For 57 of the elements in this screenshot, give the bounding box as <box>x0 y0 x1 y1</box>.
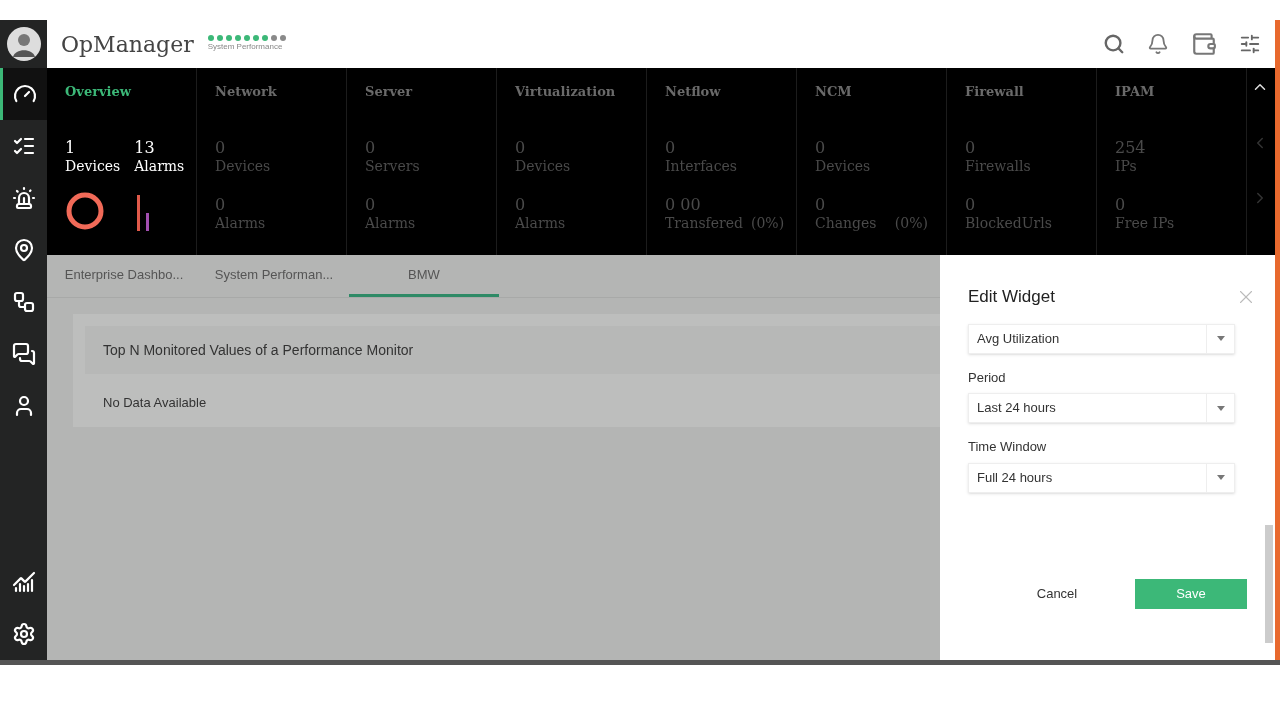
field-label: Time Window <box>968 438 1048 456</box>
stat-value: 0 00 <box>665 195 702 215</box>
stat-label: Firewalls <box>965 157 1031 175</box>
stat-value: 0 <box>815 195 827 215</box>
stat-label: Devices <box>515 157 571 175</box>
stat-percent: (0%) <box>751 215 785 233</box>
module-tab[interactable]: Netflow <box>665 82 778 102</box>
stat-value: 0 <box>515 195 527 215</box>
stat-label: Devices <box>215 157 271 175</box>
stat-value: 13 <box>134 137 156 158</box>
stat-value: 0 <box>365 137 377 158</box>
dashboard-tab[interactable]: Enterprise Dashbo... <box>49 255 199 297</box>
stat-percent: (0%) <box>894 215 928 233</box>
stat-value: 0 <box>965 195 977 215</box>
module-tab[interactable]: Virtualization <box>515 82 628 102</box>
stat-label: Servers <box>365 157 420 175</box>
select-field[interactable]: Avg Utilization <box>968 323 1235 354</box>
dashboard-tab[interactable]: BMW <box>349 255 499 297</box>
stat-label: Devices <box>815 157 871 175</box>
select-field[interactable]: Last 24 hours <box>968 393 1235 423</box>
stat-label: Alarms <box>515 215 566 233</box>
stat-label: Alarms <box>134 157 185 175</box>
save-button[interactable]: Save <box>1135 579 1247 609</box>
module-tab[interactable]: Firewall <box>965 82 1078 102</box>
stat-value: 254 <box>1115 137 1147 158</box>
module-tab[interactable]: NCM <box>815 82 928 102</box>
stat-label: Transfered <box>665 215 743 233</box>
stat-value: 0 <box>365 195 377 215</box>
stat-value: 1 <box>65 137 77 158</box>
module-tab[interactable]: Server <box>365 82 478 102</box>
stat-label: Changes <box>815 215 877 233</box>
stat-label: Alarms <box>215 215 266 233</box>
empty-message: No Data Available <box>102 394 208 412</box>
stat-label: Free IPs <box>1115 215 1175 233</box>
stat-label: IPs <box>1115 157 1137 175</box>
stat-value: 0 <box>215 137 227 158</box>
panel-title: Edit Widget <box>968 286 1055 308</box>
module-tab[interactable]: IPAM <box>1115 82 1228 102</box>
stat-value: 0 <box>515 137 527 158</box>
stat-label: Interfaces <box>665 157 737 175</box>
dashboard-tab[interactable]: System Performan... <box>199 255 349 297</box>
field-label: Period <box>968 368 1007 387</box>
stat-value: 0 <box>965 137 977 158</box>
module-tab[interactable]: Overview <box>65 82 178 102</box>
module-tab[interactable]: Network <box>215 82 328 102</box>
stat-label: Alarms <box>365 215 416 233</box>
stat-value: 0 <box>815 137 827 158</box>
app-title: OpManager <box>61 30 194 59</box>
widget-title: Top N Monitored Values of a Performance Monitor <box>103 340 414 360</box>
stat-label: BlockedUrls <box>965 215 1052 233</box>
cancel-button[interactable]: Cancel <box>1001 579 1113 609</box>
stat-label: Devices <box>65 157 121 175</box>
stat-value: 0 <box>215 195 227 215</box>
select-field[interactable]: Full 24 hours <box>968 462 1235 493</box>
stat-value: 0 <box>1115 195 1127 215</box>
stat-value: 0 <box>665 137 677 158</box>
app-subtitle: System Performance <box>207 41 284 53</box>
